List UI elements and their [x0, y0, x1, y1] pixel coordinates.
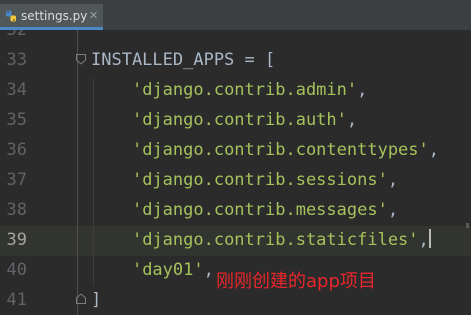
line-number: 36	[6, 140, 27, 160]
close-icon[interactable]: ✕	[89, 9, 98, 22]
code-text: 'django.contrib.admin',	[91, 75, 367, 105]
string-literal: 'django.contrib.admin'	[131, 80, 358, 100]
code-line-34[interactable]: 34 'django.contrib.admin',	[0, 75, 471, 105]
code-token: ,	[346, 110, 358, 130]
code-line-37[interactable]: 37 'django.contrib.sessions',	[0, 165, 471, 195]
code-line-38[interactable]: 38 'django.contrib.messages',	[0, 195, 471, 225]
code-token: ]	[91, 290, 102, 310]
string-literal: 'django.contrib.sessions'	[131, 170, 388, 190]
scrollbar-marker[interactable]	[466, 223, 469, 228]
code-token: ,	[203, 260, 214, 280]
editor-tab-bar: settings.py ✕	[0, 0, 471, 30]
code-line-39[interactable]: 39 'django.contrib.staticfiles',	[0, 225, 471, 255]
line-number: 41	[6, 290, 27, 310]
text-caret	[428, 229, 431, 248]
code-token: ,	[387, 170, 399, 190]
code-text: 'django.contrib.messages',	[91, 195, 398, 225]
code-token: INSTALLED_APPS = [	[91, 50, 276, 70]
string-literal: 'day01'	[131, 260, 204, 280]
red-annotation: 刚刚创建的app项目	[216, 271, 376, 292]
code-token: ,	[428, 140, 440, 160]
code-text: 'django.contrib.contenttypes',	[91, 135, 439, 165]
fold-close-icon[interactable]	[75, 293, 87, 305]
code-text: ]	[91, 285, 101, 315]
code-line-32[interactable]: 32	[0, 30, 471, 45]
line-number: 32	[6, 30, 27, 40]
line-number: 35	[6, 110, 27, 130]
code-text: 'django.contrib.sessions',	[91, 165, 398, 195]
code-text: 'django.contrib.auth',	[91, 105, 357, 135]
code-line-35[interactable]: 35 'django.contrib.auth',	[0, 105, 471, 135]
string-literal: 'django.contrib.contenttypes'	[131, 140, 429, 160]
code-line-36[interactable]: 36 'django.contrib.contenttypes',	[0, 135, 471, 165]
code-token: ,	[418, 230, 429, 250]
tab-settings-py[interactable]: settings.py ✕	[0, 4, 103, 30]
tab-label: settings.py	[21, 9, 88, 23]
line-number: 38	[6, 200, 27, 220]
line-number: 33	[6, 50, 27, 70]
code-token: ,	[357, 80, 368, 100]
code-line-33[interactable]: 33 INSTALLED_APPS = [	[0, 45, 471, 75]
line-number: 39	[6, 230, 27, 250]
string-literal: 'django.contrib.staticfiles'	[131, 230, 419, 250]
line-number: 37	[6, 170, 27, 190]
string-literal: 'django.contrib.auth'	[131, 110, 347, 130]
code-text: 'django.contrib.staticfiles',	[91, 225, 431, 255]
code-token: ,	[387, 200, 399, 220]
code-text: INSTALLED_APPS = [	[91, 45, 275, 75]
fold-open-icon[interactable]	[75, 53, 87, 65]
line-number: 40	[6, 260, 27, 280]
code-text: 'day01',	[91, 255, 214, 285]
string-literal: 'django.contrib.messages'	[131, 200, 388, 220]
line-number: 34	[6, 80, 27, 100]
python-file-icon	[6, 10, 16, 22]
